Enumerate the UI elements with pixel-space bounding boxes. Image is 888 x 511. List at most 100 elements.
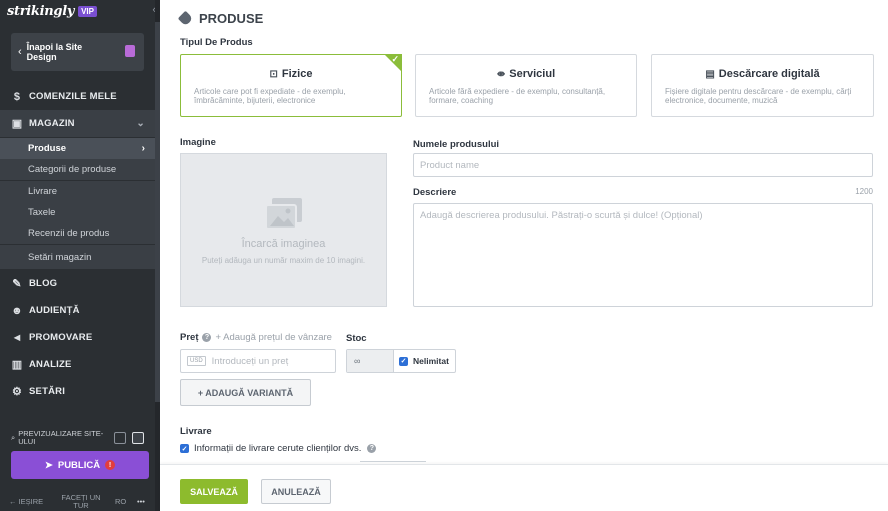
tag-icon	[177, 10, 194, 27]
nav-blog[interactable]: ✎ BLOG	[0, 270, 155, 297]
add-variant-button[interactable]: + ADAUGĂ VARIANTĂ	[180, 379, 311, 406]
tour-link[interactable]: FACEȚI UN TUR	[57, 493, 105, 510]
search-icon: ⌕	[11, 433, 16, 442]
save-button[interactable]: SALVEAZĂ	[180, 479, 248, 504]
pen-icon: ✎	[12, 278, 22, 290]
sidebar-item-categories-label: Categorii de produse	[28, 164, 117, 175]
description-label: Descriere	[413, 187, 457, 198]
shipping-checkbox[interactable]: ✓	[180, 444, 189, 453]
sidebar-item-reviews-label: Recenzii de produs	[28, 228, 110, 239]
page-title-text: PRODUSE	[199, 11, 264, 26]
type-digital-desc: Fișiere digitale pentru descărcare - de …	[665, 87, 852, 105]
exit-link[interactable]: ← IEȘIRE	[9, 497, 57, 506]
help-icon[interactable]: ?	[202, 333, 212, 342]
preview-label: PREVIZUALIZARE SITE-ULUI	[18, 429, 104, 446]
shipping-label: Livrare	[180, 426, 212, 437]
price-placeholder: Introduceți un preț	[211, 355, 289, 367]
upload-image-hint: Puteți adăuga un număr maxim de 10 imagi…	[201, 256, 366, 265]
language-selector[interactable]: RO	[115, 497, 135, 506]
stock-input[interactable]: ∞	[347, 350, 393, 372]
image-label: Imagine	[180, 137, 216, 148]
type-physical-title: Fizice	[281, 68, 313, 80]
logo: strikingly	[7, 3, 75, 19]
mobile-icon[interactable]	[132, 432, 145, 444]
dollar-icon: $	[13, 90, 21, 103]
nav-store[interactable]: ▣ MAGAZIN ⌄	[0, 110, 155, 137]
nav-promote[interactable]: ◄ PROMOVARE	[0, 324, 155, 351]
chevron-down-icon: ⌄	[136, 118, 145, 129]
package-icon: ⊡	[269, 69, 278, 80]
sidebar-item-products[interactable]: Produse ›	[0, 138, 155, 159]
desktop-icon[interactable]	[114, 432, 127, 444]
currency-badge: USD	[187, 356, 206, 366]
document-icon: ▤	[705, 69, 715, 80]
image-upload-area[interactable]: Încarcă imaginea Puteți adăuga un număr …	[180, 153, 387, 307]
type-service-title: Serviciul	[509, 68, 556, 80]
check-icon: ✓	[391, 54, 399, 64]
type-digital-title: Descărcare digitală	[718, 68, 820, 80]
rocket-icon: ➤	[44, 459, 53, 471]
store-icon: ▣	[11, 118, 23, 130]
cancel-button[interactable]: ANULEAZĂ	[261, 479, 331, 504]
page-title: PRODUSE	[177, 10, 264, 27]
vip-badge: VIP	[78, 5, 97, 17]
type-card-digital[interactable]: ▤ Descărcare digitală Fișiere digitale pe…	[651, 54, 874, 117]
back-to-site-design-button[interactable]: ‹ Înapoi la Site Design	[11, 33, 144, 71]
description-textarea[interactable]: Adaugă descrierea produsului. Păstrați-o…	[413, 203, 873, 307]
exit-label: IEȘIRE	[18, 497, 44, 506]
description-counter: 1200	[855, 187, 873, 196]
shipping-row: ✓ Informații de livrare cerute cliențilo…	[180, 443, 380, 454]
nav-promote-label: PROMOVARE	[29, 332, 93, 343]
sidebar-item-categories[interactable]: Categorii de produse	[0, 159, 155, 180]
checkbox-checked-icon: ✓	[399, 356, 408, 366]
warning-badge: !	[105, 460, 116, 470]
type-card-physical[interactable]: ⊡ Fizice Articole care pot fi expediate -…	[180, 54, 402, 117]
nav-orders-label: COMENZILE MELE	[29, 91, 117, 102]
stock-field: ∞ ✓ Nelimitat	[346, 349, 456, 373]
sidebar-item-reviews[interactable]: Recenzii de produs	[0, 223, 155, 244]
sidebar-item-store-settings[interactable]: Setări magazin	[0, 245, 155, 269]
type-service-desc: Articole fără expediere - de exemplu, co…	[429, 87, 606, 105]
preview-row: ⌕ PREVIZUALIZARE SITE-ULUI	[11, 428, 151, 448]
more-icon[interactable]: •••	[137, 497, 145, 506]
stock-label: Stoc	[346, 333, 367, 344]
nav-analytics[interactable]: ▥ ANALIZE	[0, 351, 155, 378]
sidebar-item-taxes-label: Taxele	[28, 207, 56, 218]
sidebar-item-taxes[interactable]: Taxele	[0, 202, 155, 223]
logo-row: strikingly VIP ‹	[0, 0, 160, 22]
add-sale-price-link[interactable]: + Adaugă prețul de vânzare	[215, 332, 331, 343]
type-card-service[interactable]: ⇼ Serviciul Articole fără expediere - de …	[415, 54, 637, 117]
dumbbell-icon: ⇼	[496, 69, 506, 80]
publish-button[interactable]: ➤ PUBLICĂ !	[11, 451, 149, 479]
help-icon[interactable]: ?	[367, 444, 377, 453]
sidebar-item-shipping[interactable]: Livrare	[0, 181, 155, 202]
sidebar-item-products-label: Produse	[28, 143, 67, 154]
main-panel: PRODUSE Tipul De Produs ⊡ Fizice Articole…	[160, 0, 888, 511]
type-physical-desc: Articole care pot fi expediate - de exem…	[194, 87, 346, 105]
nav-settings[interactable]: ⚙ SETĂRI	[0, 378, 155, 405]
nav-audience[interactable]: ☻ AUDIENȚĂ	[0, 297, 155, 324]
page-icon	[125, 45, 135, 57]
type-card-service-title: ⇼ Serviciul	[416, 68, 636, 80]
product-type-label: Tipul De Produs	[180, 37, 253, 48]
sidebar-item-shipping-label: Livrare	[28, 186, 58, 197]
sidebar-footer: ← IEȘIRE FACEȚI UN TUR RO •••	[0, 492, 155, 511]
type-card-physical-title: ⊡ Fizice	[181, 68, 401, 80]
unlimited-checkbox[interactable]: ✓ Nelimitat	[393, 350, 455, 372]
gear-icon: ⚙	[11, 386, 23, 398]
nav-analytics-label: ANALIZE	[29, 359, 72, 370]
action-bar: SALVEAZĂ ANULEAZĂ	[160, 464, 888, 511]
image-icon	[265, 198, 302, 230]
people-icon: ☻	[11, 304, 23, 317]
nav-settings-label: SETĂRI	[29, 386, 66, 397]
nav-orders[interactable]: $ COMENZILE MELE	[0, 83, 155, 110]
nav-blog-label: BLOG	[29, 278, 58, 289]
product-name-input[interactable]: Product name	[413, 153, 873, 177]
price-input[interactable]: USD Introduceți un preț	[180, 349, 336, 373]
nav-audience-label: AUDIENȚĂ	[29, 305, 80, 316]
upload-image-title: Încarcă imaginea	[241, 238, 326, 250]
back-to-site-design-label: Înapoi la Site Design	[26, 42, 83, 62]
sidebar-item-store-settings-label: Setări magazin	[28, 251, 92, 263]
shipping-checkbox-label: Informații de livrare cerute clienților …	[194, 443, 362, 454]
chevron-right-icon: ›	[141, 143, 145, 154]
